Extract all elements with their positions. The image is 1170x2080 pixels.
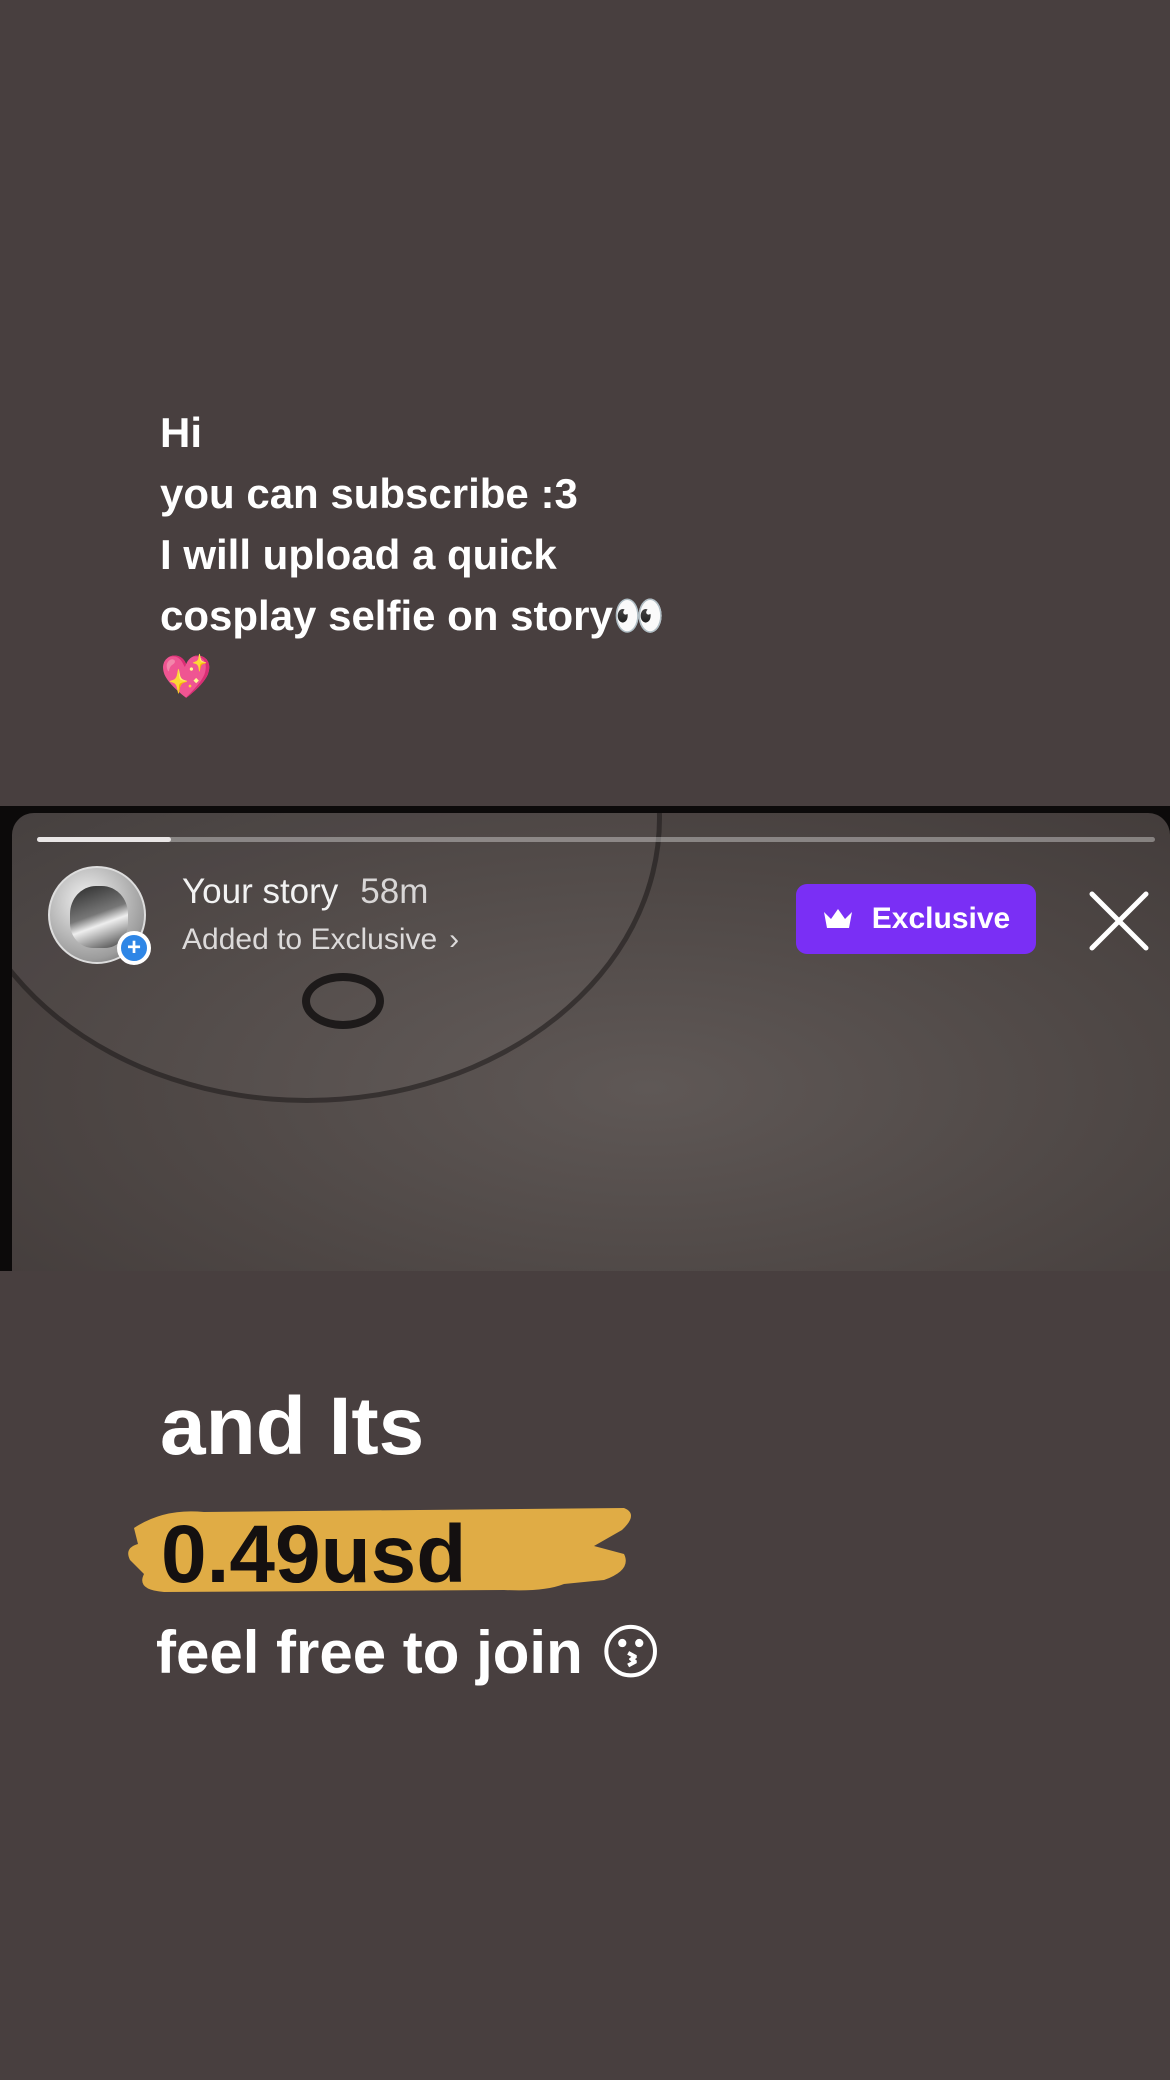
exclusive-label: Exclusive [871,902,1011,935]
story-time: 58m [360,872,429,911]
join-label: feel free to join [156,1619,583,1686]
caption-line: you can subscribe :3 [160,470,578,517]
caption-line: cosplay selfie on story👀 [160,592,666,639]
kissing-face-icon: 😗 [599,1618,662,1688]
exclusive-button[interactable]: Exclusive [796,884,1036,954]
chevron-right-icon: › [449,923,460,956]
crown-icon [823,909,852,928]
story-progress-fill [37,837,172,842]
added-to-name: Exclusive [310,923,438,956]
photo-hole-shape [302,973,384,1029]
caption-line: I will upload a quick [160,531,557,578]
close-icon[interactable] [1088,890,1150,952]
price-text: 0.49usd [161,1509,467,1600]
top-caption: Hi you can subscribe :3 I will upload a … [160,402,665,707]
add-icon[interactable]: + [117,931,151,965]
and-its-text: and Its [160,1381,425,1472]
added-to-link[interactable]: Added to Exclusive › [182,923,459,957]
price-highlight: 0.49usd [124,1500,644,1600]
story-owner[interactable]: Your story 58m [182,872,428,912]
story-screenshot: + Your story 58m Added to Exclusive › Excl… [0,806,1170,1271]
story-owner-label: Your story [182,872,339,911]
added-to-prefix: Added to [182,923,303,956]
caption-line: 💖 [160,652,213,701]
join-text: feel free to join 😗 [156,1618,662,1688]
story-progress-bar [37,837,1155,842]
caption-line: Hi [160,409,202,456]
